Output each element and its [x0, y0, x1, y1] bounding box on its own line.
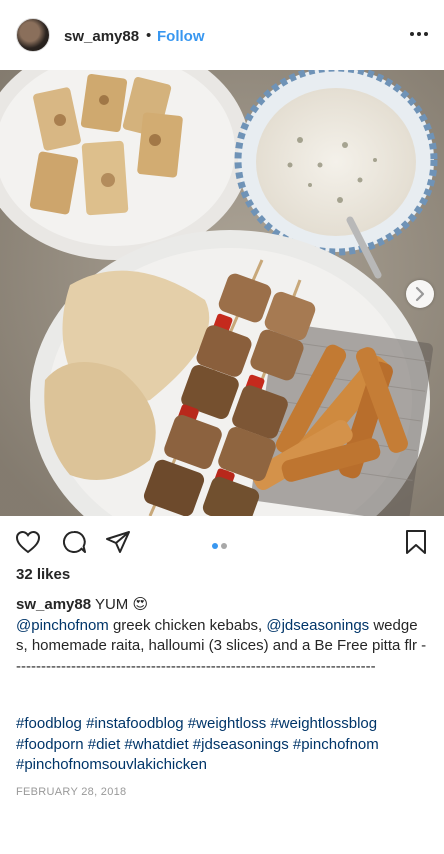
caption: sw_amy88 YUM 😍 @pinchofnom greek chicken…	[16, 595, 428, 677]
post-header: sw_amy88 • Follow	[0, 0, 444, 70]
post-username[interactable]: sw_amy88	[64, 28, 139, 45]
carousel-dot	[221, 543, 227, 549]
mention-link[interactable]: @jdseasonings	[266, 617, 369, 634]
avatar[interactable]	[16, 18, 50, 52]
caption-text: greek chicken kebabs,	[108, 616, 267, 634]
post-date: FEBRUARY 28, 2018	[16, 786, 127, 798]
share-icon[interactable]	[104, 528, 132, 556]
instagram-post: sw_amy88 • Follow 32 likes sw_amy88 YUM …	[0, 0, 444, 854]
caption-username[interactable]: sw_amy88	[16, 596, 91, 613]
separator-dot: •	[146, 27, 152, 44]
comment-icon[interactable]	[60, 528, 88, 556]
post-photo[interactable]	[0, 70, 444, 516]
chevron-right-icon	[415, 286, 425, 302]
follow-button[interactable]: Follow	[157, 28, 205, 45]
more-horizontal-icon[interactable]	[408, 26, 430, 42]
mention-link[interactable]: @pinchofnom	[16, 617, 109, 634]
bookmark-icon[interactable]	[402, 528, 430, 556]
hashtag-list[interactable]: #foodblog #instafoodblog #weightloss #we…	[16, 714, 428, 776]
carousel-next-button[interactable]	[406, 280, 434, 308]
carousel-dot	[212, 543, 218, 549]
carousel-indicator	[212, 536, 230, 549]
caption-text: YUM 😍	[91, 596, 149, 613]
heart-icon[interactable]	[14, 528, 42, 556]
like-count[interactable]: 32 likes	[16, 566, 70, 583]
